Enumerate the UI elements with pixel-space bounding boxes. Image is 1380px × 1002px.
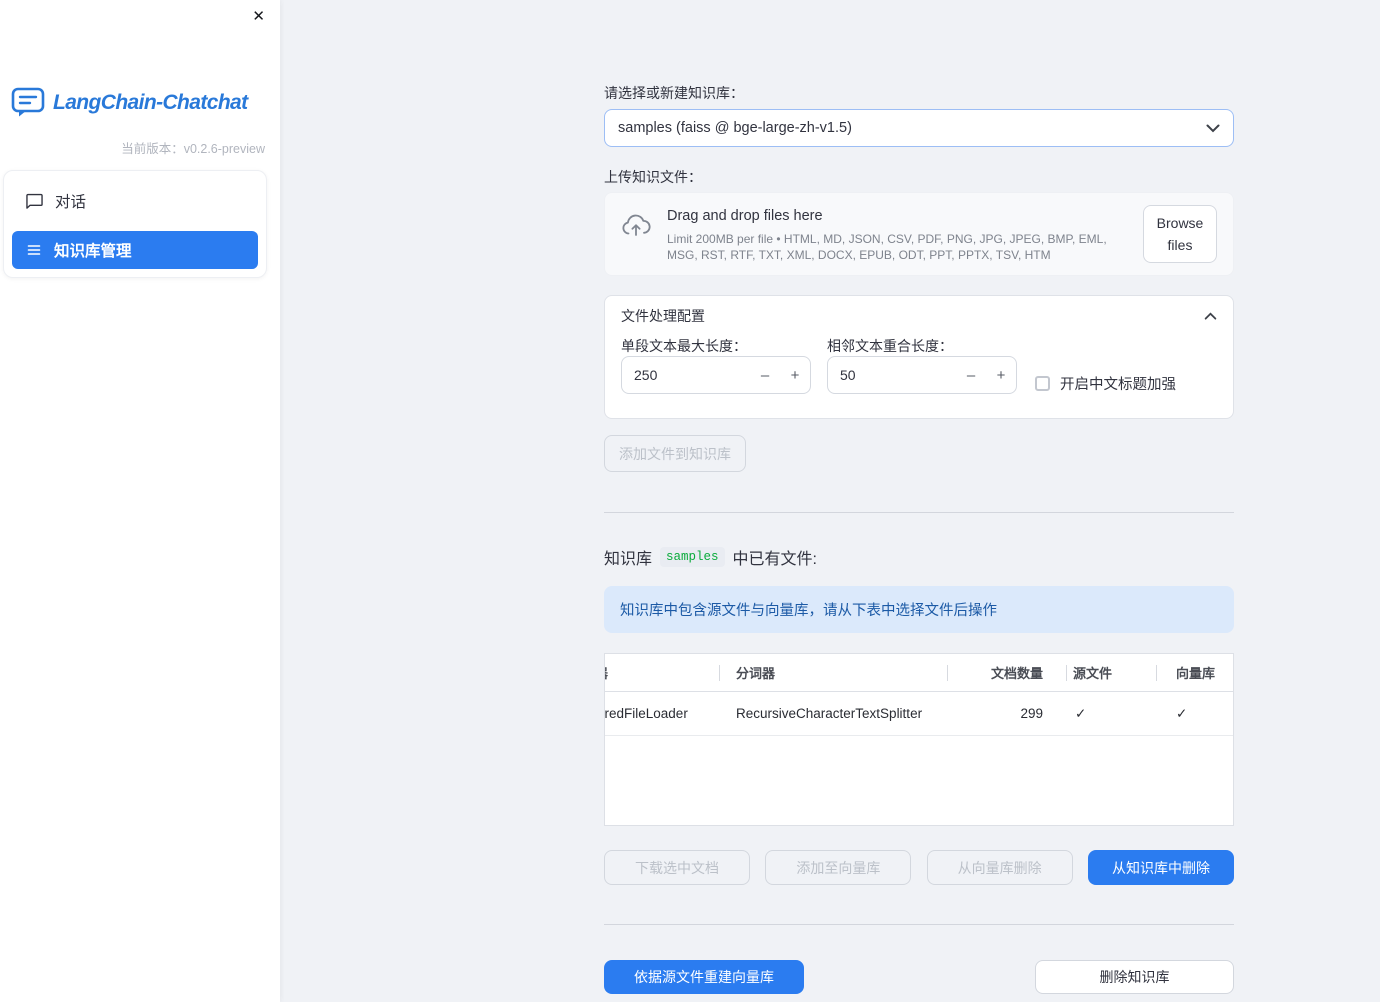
file-dropzone[interactable]: Drag and drop files here Limit 200MB per… (604, 192, 1234, 276)
existing-files-prefix: 知识库 (604, 551, 653, 568)
sidebar-item-chat[interactable]: 对话 (12, 179, 258, 223)
chunk-size-label: 单段文本最大长度： (621, 338, 747, 354)
file-actions-row: 下载选中文档 添加至向量库 从向量库删除 从知识库中删除 (604, 850, 1234, 885)
kb-select-label: 请选择或新建知识库： (604, 85, 744, 101)
chunk-size-value[interactable]: 250 (622, 367, 750, 383)
delete-from-kb-button[interactable]: 从知识库中删除 (1087, 850, 1234, 885)
column-header-splitter[interactable]: 分词器 (720, 654, 948, 691)
cell-splitter: RecursiveCharacterTextSplitter (736, 706, 923, 721)
dropzone-limits: Limit 200MB per file • HTML, MD, JSON, C… (667, 232, 1107, 262)
overlap-size-group: 相邻文本重合长度： 50 – + (827, 336, 1017, 402)
sidebar-item-knowledge-base[interactable]: 知识库管理 (12, 231, 258, 269)
delete-from-vector-store-button[interactable]: 从向量库删除 (926, 850, 1073, 885)
cell-source-file-check: ✓ (1075, 705, 1087, 721)
overlap-size-value[interactable]: 50 (828, 367, 956, 383)
overlap-increment-button[interactable]: + (986, 367, 1016, 384)
chunk-size-input[interactable]: 250 – + (621, 356, 811, 394)
rebuild-vector-store-button[interactable]: 依据源文件重建向量库 (604, 960, 804, 994)
browse-files-button[interactable]: Browse files (1143, 204, 1217, 264)
overlap-size-label: 相邻文本重合长度： (827, 338, 953, 354)
download-selected-button[interactable]: 下载选中文档 (604, 850, 750, 885)
expander-body: 单段文本最大长度： 250 – + 相邻文本重合长度： 50 – + 开启中文标… (605, 334, 1233, 418)
add-files-button[interactable]: 添加文件到知识库 (604, 435, 746, 472)
sidebar-menu: 对话 知识库管理 (3, 170, 267, 278)
expander-title: 文件处理配置 (621, 308, 705, 324)
cell-doc-count: 299 (1020, 706, 1043, 721)
existing-files-suffix: 中已有文件: (732, 551, 817, 568)
file-config-expander: 文件处理配置 单段文本最大长度： 250 – + 相邻文本重合长度： 50 – … (604, 295, 1234, 419)
column-header-doc-count[interactable]: 文档数量 (948, 654, 1067, 691)
table-row[interactable]: uredFileLoader RecursiveCharacterTextSpl… (605, 692, 1233, 736)
checkbox-icon[interactable] (1035, 375, 1050, 391)
app-logo: LangChain-Chatchat (11, 87, 248, 118)
divider (604, 512, 1234, 513)
overlap-decrement-button[interactable]: – (956, 367, 986, 384)
table-header-row: 器 分词器 文档数量 源文件 向量库 (605, 654, 1233, 692)
zh-title-enhance-checkbox[interactable]: 开启中文标题加强 (1035, 364, 1176, 402)
kb-name-code: samples (660, 547, 725, 567)
files-table[interactable]: 器 分词器 文档数量 源文件 向量库 uredFileLoader Recurs… (604, 653, 1234, 826)
expander-header[interactable]: 文件处理配置 (605, 296, 1233, 334)
chunk-size-decrement-button[interactable]: – (750, 367, 780, 384)
chevron-up-icon (1204, 312, 1217, 320)
cell-vector-store-check: ✓ (1176, 705, 1188, 721)
chunk-size-group: 单段文本最大长度： 250 – + (621, 336, 811, 402)
chat-bubble-icon (26, 193, 43, 210)
version-label: 当前版本：v0.2.6-preview (121, 142, 265, 156)
column-header-source-file[interactable]: 源文件 (1067, 654, 1157, 691)
zh-title-enhance-label: 开启中文标题加强 (1060, 376, 1176, 393)
info-banner: 知识库中包含源文件与向量库，请从下表中选择文件后操作 (604, 586, 1234, 633)
existing-files-heading: 知识库 samples 中已有文件: (604, 545, 1234, 569)
dropzone-text: Drag and drop files here Limit 200MB per… (667, 208, 1127, 263)
column-header-loader[interactable]: 器 (605, 654, 720, 691)
dropzone-instruction: Drag and drop files here (667, 208, 823, 224)
cloud-upload-icon (621, 214, 651, 242)
cell-loader: uredFileLoader (605, 706, 688, 721)
kb-management-row: 依据源文件重建向量库 删除知识库 (604, 960, 1234, 994)
info-banner-text: 知识库中包含源文件与向量库，请从下表中选择文件后操作 (620, 603, 997, 619)
sidebar-item-knowledge-base-label: 知识库管理 (54, 243, 132, 260)
app-title: LangChain-Chatchat (53, 90, 248, 114)
chunk-size-increment-button[interactable]: + (780, 367, 810, 384)
logo-chat-icon (11, 87, 45, 118)
sidebar-close-button[interactable]: ✕ (250, 7, 267, 26)
overlap-size-input[interactable]: 50 – + (827, 356, 1017, 394)
upload-label: 上传知识文件： (604, 169, 702, 185)
kb-select-value: samples (faiss @ bge-large-zh-v1.5) (618, 120, 852, 136)
sidebar-item-chat-label: 对话 (55, 194, 87, 211)
list-icon (26, 242, 42, 258)
kb-select[interactable]: samples (faiss @ bge-large-zh-v1.5) (604, 109, 1234, 147)
add-to-vector-store-button[interactable]: 添加至向量库 (765, 850, 912, 885)
main-content: 请选择或新建知识库： samples (faiss @ bge-large-zh… (604, 0, 1234, 994)
delete-kb-button[interactable]: 删除知识库 (1035, 960, 1234, 994)
chevron-down-icon (1206, 124, 1220, 133)
column-header-vector-store[interactable]: 向量库 (1157, 654, 1233, 691)
sidebar: ✕ LangChain-Chatchat 当前版本：v0.2.6-preview… (0, 0, 280, 1002)
divider (604, 924, 1234, 925)
